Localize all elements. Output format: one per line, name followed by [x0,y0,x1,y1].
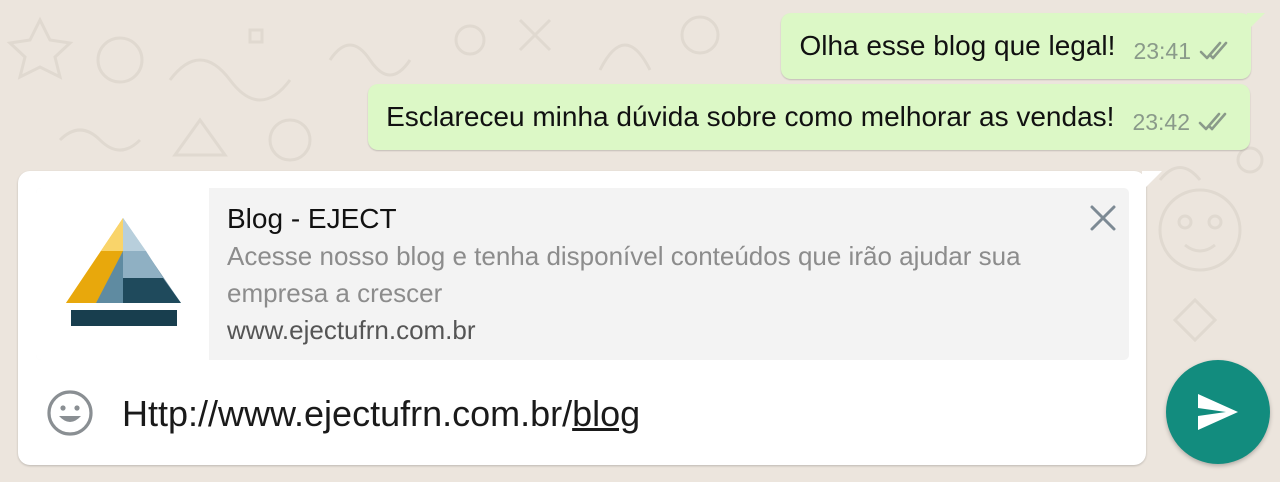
message-input-text: Http://www.ejectufrn.com.br/ [122,393,573,434]
link-preview-thumbnail [36,188,209,360]
double-check-icon [1199,41,1228,60]
emoji-icon[interactable] [46,389,94,437]
link-preview-description: Acesse nosso blog e tenha disponível con… [227,241,1021,308]
send-icon [1198,394,1238,430]
link-preview-title: Blog - EJECT [227,203,397,234]
message-time: 23:41 [1133,37,1191,64]
double-check-icon [1198,112,1227,131]
outgoing-message[interactable]: Olha esse blog que legal! 23:41 [781,13,1265,79]
message-text: Esclareceu minha dúvida sobre como melho… [386,101,1115,132]
message-input-underlined-word: blog [572,393,641,434]
message-meta: 23:42 [1132,109,1232,136]
message-text: Olha esse blog que legal! [799,30,1116,61]
send-button[interactable] [1166,360,1270,464]
message-input[interactable]: Http://www.ejectufrn.com.br/blog [122,389,1112,439]
link-preview-url: www.ejectufrn.com.br [227,315,476,345]
message-meta: 23:41 [1133,38,1233,65]
link-preview-body: Blog - EJECT Acesse nosso blog e tenha d… [209,188,1129,360]
close-icon[interactable] [1089,204,1117,232]
link-preview[interactable]: Blog - EJECT Acesse nosso blog e tenha d… [36,188,1129,360]
outgoing-message[interactable]: Esclareceu minha dúvida sobre como melho… [368,84,1250,150]
compose-panel: Blog - EJECT Acesse nosso blog e tenha d… [18,171,1162,465]
eject-logo-icon [66,218,181,326]
message-time: 23:42 [1132,108,1190,135]
